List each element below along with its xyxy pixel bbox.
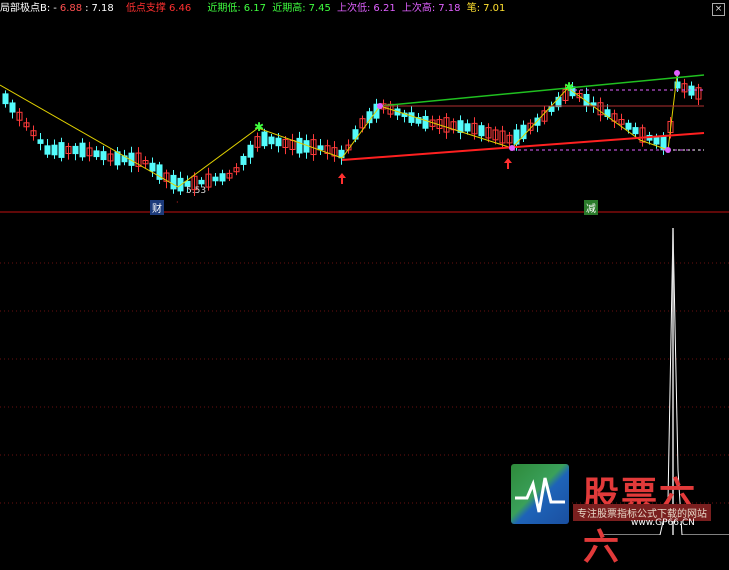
candle-body — [625, 122, 632, 130]
pivot-dot-icon — [674, 70, 680, 76]
pivot-dot-icon — [665, 147, 671, 153]
candle-body — [198, 179, 205, 185]
candle-body — [247, 144, 254, 158]
pivot-markers: ✱ ✱ · — [176, 70, 680, 207]
support-value: 6.46 — [168, 3, 192, 14]
candle-body — [653, 136, 660, 145]
peak-star-icon: ✱ — [564, 80, 574, 94]
candle-body — [219, 173, 226, 182]
peak-star-icon: ✱ — [254, 120, 264, 134]
recent-low-value: 6.17 — [243, 3, 267, 14]
candle-body — [170, 174, 177, 190]
recent-low-label: 近期低: — [207, 3, 241, 14]
last-low-label: 上次低: — [337, 3, 371, 14]
candle-body — [2, 93, 9, 105]
candle-body — [422, 115, 429, 129]
candle-body — [58, 142, 65, 158]
candle-body — [37, 139, 44, 144]
candle-body — [632, 127, 639, 135]
watermark-url: www.GP66.CN — [631, 518, 695, 528]
pivot-dot-icon — [509, 145, 515, 151]
candle-body — [520, 124, 527, 140]
last-low-value: 6.21 — [373, 3, 396, 14]
recent-high-value: 7.45 — [308, 3, 331, 14]
candle-body — [261, 131, 268, 147]
support-label: 低点支撑 — [125, 3, 166, 14]
recent-high-label: 近期高: — [272, 3, 306, 14]
low-dot: · — [176, 198, 179, 207]
candle-body — [296, 137, 303, 154]
last-high-label: 上次高: — [401, 3, 436, 14]
candle-body — [212, 176, 219, 182]
candle-body — [240, 155, 247, 165]
marker-cai: 财 — [150, 200, 164, 215]
pivot-dot-icon — [377, 103, 383, 109]
candle-body — [44, 145, 51, 155]
pulse-logo-icon — [511, 464, 569, 524]
buy-arrow-icon — [338, 173, 346, 184]
indicator-header: 局部极点B: -6.88:7.18 低点支撑 6.46 近期低: 6.17 近期高: 7… — [0, 3, 506, 14]
candle-body — [9, 102, 16, 113]
candle-body — [478, 125, 485, 137]
kline-chart[interactable]: ✱ ✱ · — [0, 0, 729, 535]
candle-body — [79, 142, 86, 158]
candle-body — [93, 150, 100, 158]
candle-body — [51, 144, 58, 156]
indicator-name: 局部极点B: — [0, 3, 51, 14]
candle-body — [408, 112, 415, 123]
buy-arrow-icon — [504, 158, 512, 169]
last-high-value: 7.18 — [438, 3, 461, 14]
resistance-line — [379, 74, 705, 107]
candle-body — [464, 123, 471, 132]
stroke-value: 7.01 — [483, 3, 506, 14]
indicator-val2: 7.18 — [91, 3, 114, 14]
candle-body — [100, 151, 107, 161]
candle-body — [688, 85, 695, 96]
candle-body — [275, 137, 282, 147]
low-price-label: 5.53 — [186, 186, 207, 196]
indicator-dash: - — [53, 3, 57, 14]
candle-body — [268, 136, 275, 145]
indicator-val1: 6.88 — [59, 3, 83, 14]
marker-jian: 减 — [584, 200, 598, 215]
candle-body — [72, 145, 79, 155]
candle-body — [149, 162, 156, 172]
trend-lines — [0, 74, 705, 188]
candlestick-series — [2, 75, 702, 196]
close-icon[interactable]: × — [712, 3, 725, 16]
stroke-label: 笔: — [466, 3, 481, 14]
watermark: 股票六六 专注股票指标公式下载的网站 www.GP66.CN — [511, 464, 729, 568]
